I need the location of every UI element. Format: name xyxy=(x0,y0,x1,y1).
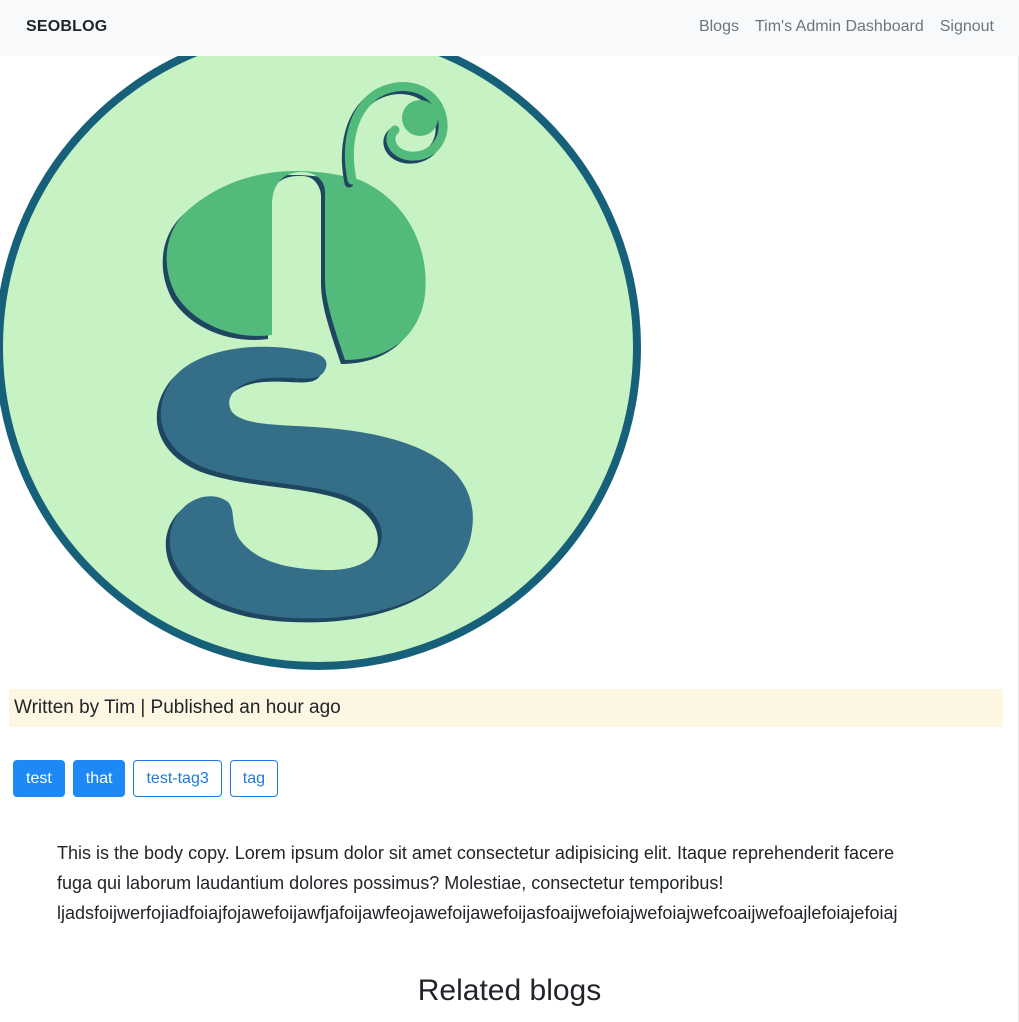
nav-links: Blogs Tim's Admin Dashboard Signout xyxy=(699,18,994,36)
brand-logo-link[interactable]: SEOBLOG xyxy=(26,18,107,36)
post-meta: Written by Tim | Published an hour ago xyxy=(9,689,1003,727)
top-navbar: SEOBLOG Blogs Tim's Admin Dashboard Sign… xyxy=(0,0,1019,56)
tag-list: test that test-tag3 tag xyxy=(13,760,278,797)
featured-image xyxy=(0,40,645,676)
tag-tag[interactable]: tag xyxy=(229,760,278,797)
post-body: This is the body copy. Lorem ipsum dolor… xyxy=(57,838,957,928)
nav-link-signout[interactable]: Signout xyxy=(940,18,994,36)
nav-link-blogs[interactable]: Blogs xyxy=(699,18,739,36)
post-meta-text: Written by Tim | Published an hour ago xyxy=(14,697,341,718)
g-s-logo-image xyxy=(0,40,641,670)
body-line: fuga qui laborum laudantium dolores poss… xyxy=(57,873,724,893)
tag-test[interactable]: test xyxy=(13,760,65,797)
body-line: ljadsfoijwerfojiadfoiajfojawefoijawfjafo… xyxy=(57,903,898,923)
tag-that[interactable]: that xyxy=(72,760,126,797)
body-line: This is the body copy. Lorem ipsum dolor… xyxy=(57,843,895,863)
tag-test-tag3[interactable]: test-tag3 xyxy=(133,760,222,797)
nav-link-admin-dashboard[interactable]: Tim's Admin Dashboard xyxy=(755,18,924,36)
related-blogs-heading: Related blogs xyxy=(417,974,602,1007)
